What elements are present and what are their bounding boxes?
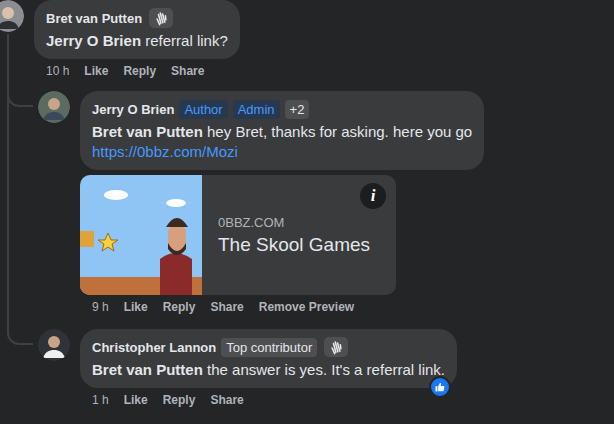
reply: Christopher Lannon Top contributor Bret va… <box>38 329 614 408</box>
author-name[interactable]: Jerry O Brien <box>92 102 174 117</box>
action-link[interactable]: Share <box>171 63 204 79</box>
preview-domain: 0BBZ.COM <box>218 215 370 230</box>
user-badge[interactable]: Top contributor <box>221 338 317 357</box>
replies: Jerry O Brien Author Admin +2 Bret van Putte… <box>0 91 614 408</box>
preview-title: The Skool Games <box>218 234 370 256</box>
user-badge[interactable]: Author <box>179 100 227 119</box>
action-link[interactable]: Share <box>210 392 243 408</box>
mention[interactable]: Bret van Putten <box>92 123 203 140</box>
comment-bubble: Bret van Putten Jerry O Brien referral li… <box>34 0 240 59</box>
comment-thread: Bret van Putten Jerry O Brien referral li… <box>0 0 614 424</box>
action-link[interactable]: Reply <box>123 63 156 79</box>
wave-icon <box>324 337 348 357</box>
wave-icon <box>149 8 173 28</box>
mention[interactable]: Jerry O Brien <box>46 32 141 49</box>
action-link[interactable]: Like <box>84 63 108 79</box>
comment-text: Bret van Putten hey Bret, thanks for ask… <box>92 122 472 142</box>
author-name[interactable]: Christopher Lannon <box>92 340 216 355</box>
action-link[interactable]: Share <box>210 299 243 315</box>
mention[interactable]: Bret van Putten <box>92 361 203 378</box>
link[interactable]: https://0bbz.com/Mozi <box>92 142 472 162</box>
reply: Jerry O Brien Author Admin +2 Bret van Putte… <box>38 91 614 315</box>
thread-line <box>7 91 9 329</box>
action-link[interactable]: Reply <box>163 392 196 408</box>
comment-bubble: Christopher Lannon Top contributor Bret va… <box>80 329 457 388</box>
comment: Bret van Putten Jerry O Brien referral li… <box>0 0 614 91</box>
avatar[interactable] <box>38 329 70 361</box>
comment-bubble: Jerry O Brien Author Admin +2 Bret van Putte… <box>80 91 484 170</box>
action-link[interactable]: Remove Preview <box>259 299 354 315</box>
like-reaction-icon[interactable] <box>429 376 451 398</box>
avatar[interactable] <box>38 91 70 123</box>
author-name[interactable]: Bret van Putten <box>46 11 142 26</box>
user-badge[interactable]: Admin <box>233 100 280 119</box>
timestamp[interactable]: 1 h <box>92 392 109 408</box>
thread-connector <box>7 91 33 107</box>
action-link[interactable]: Like <box>124 392 148 408</box>
thread-line <box>7 34 9 91</box>
comment-meta: 1 h Like Reply Share <box>80 392 244 408</box>
timestamp[interactable]: 10 h <box>46 63 69 79</box>
user-badge[interactable]: +2 <box>285 100 310 119</box>
info-icon[interactable]: i <box>360 183 386 209</box>
comment-text: Bret van Putten the answer is yes. It's … <box>92 360 445 380</box>
action-link[interactable]: Reply <box>163 299 196 315</box>
comment-meta: 10 h Like Reply Share <box>34 63 204 79</box>
timestamp[interactable]: 9 h <box>92 299 109 315</box>
comment-text: Jerry O Brien referral link? <box>46 31 228 51</box>
avatar[interactable] <box>0 0 24 32</box>
person-icon <box>38 329 70 361</box>
preview-image <box>80 175 202 295</box>
person-icon <box>0 0 24 32</box>
person-icon <box>38 91 70 123</box>
comment-meta: 9 h Like Reply Share Remove Preview <box>80 299 354 315</box>
action-link[interactable]: Like <box>124 299 148 315</box>
thread-connector <box>7 329 33 345</box>
link-preview[interactable]: 0BBZ.COM The Skool Games i <box>80 175 396 295</box>
